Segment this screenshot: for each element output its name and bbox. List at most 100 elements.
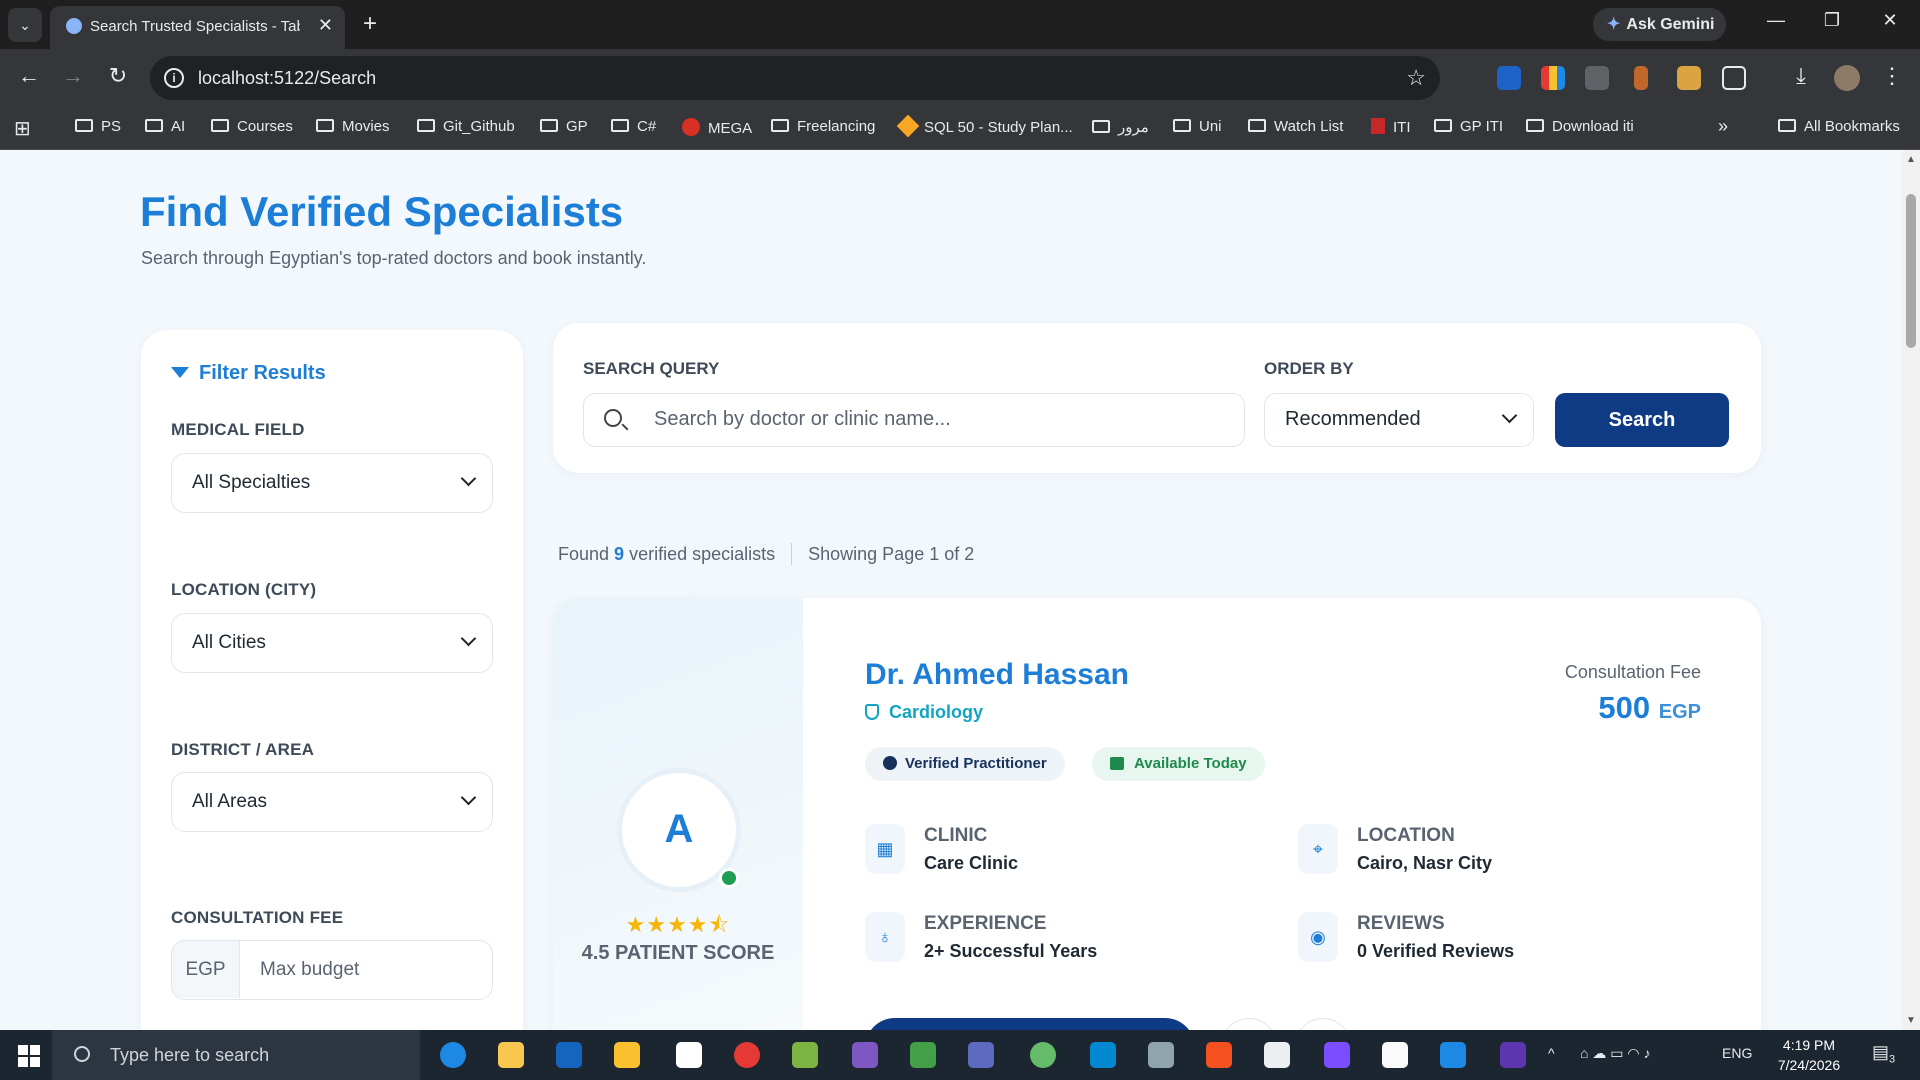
- file-explorer-icon[interactable]: [498, 1042, 524, 1068]
- district-select[interactable]: All Areas: [171, 772, 493, 832]
- terminal-icon[interactable]: [1500, 1042, 1526, 1068]
- bookmark-item[interactable]: مرور: [1092, 118, 1149, 136]
- active-tab[interactable]: Search Trusted Specialists - Tabib ✕: [50, 6, 345, 49]
- bookmark-item[interactable]: AI: [145, 118, 185, 135]
- bookmark-item[interactable]: Watch List: [1248, 118, 1343, 135]
- bookmark-item[interactable]: Movies: [316, 118, 390, 135]
- doctor-name[interactable]: Dr. Ahmed Hassan: [865, 658, 1129, 692]
- extension-icon[interactable]: [1541, 66, 1565, 90]
- edge-icon[interactable]: [440, 1042, 466, 1068]
- notion-icon[interactable]: [676, 1042, 702, 1068]
- close-window-button[interactable]: ✕: [1870, 10, 1910, 31]
- bookmark-item[interactable]: GP: [540, 118, 588, 135]
- forward-button[interactable]: →: [58, 63, 88, 89]
- tab-close-icon[interactable]: ✕: [318, 15, 333, 36]
- book-appointment-button[interactable]: [865, 1018, 1195, 1030]
- reviews-label: REVIEWS: [1357, 913, 1445, 934]
- search-input[interactable]: [654, 394, 1234, 445]
- teams-icon[interactable]: [968, 1042, 994, 1068]
- location-value: Cairo, Nasr City: [1357, 853, 1493, 873]
- snipping-tool-icon[interactable]: [792, 1042, 818, 1068]
- sticky-notes-icon[interactable]: [614, 1042, 640, 1068]
- outlook-icon[interactable]: [556, 1042, 582, 1068]
- brave-icon[interactable]: [1206, 1042, 1232, 1068]
- medical-field-value: All Specialties: [192, 472, 311, 493]
- app-icon[interactable]: [1324, 1042, 1350, 1068]
- folder-icon: [540, 119, 558, 132]
- language-indicator[interactable]: ENG: [1722, 1045, 1752, 1061]
- ask-gemini-button[interactable]: ✦ Ask Gemini: [1593, 8, 1726, 41]
- apps-grid-icon[interactable]: ⊞: [14, 116, 31, 141]
- folder-icon: [771, 119, 789, 132]
- bookmark-item[interactable]: MEGA: [682, 118, 752, 137]
- location-select[interactable]: All Cities: [171, 613, 493, 673]
- minimize-button[interactable]: —: [1756, 10, 1796, 31]
- more-bookmarks-chevron-icon[interactable]: »: [1718, 116, 1728, 137]
- notification-count: 3: [1889, 1053, 1896, 1066]
- bookmark-label: Watch List: [1274, 118, 1344, 135]
- bookmark-item[interactable]: C#: [611, 118, 656, 135]
- tray-chevron-icon[interactable]: ^: [1548, 1045, 1555, 1061]
- max-budget-input[interactable]: [242, 941, 482, 998]
- order-by-select[interactable]: Recommended: [1264, 393, 1534, 447]
- bookmark-star-icon[interactable]: ☆: [1406, 65, 1426, 91]
- chrome-icon[interactable]: [734, 1042, 760, 1068]
- bookmark-label: مرور: [1118, 119, 1149, 136]
- doctor-card[interactable]: A ★★★★⯪ 4.5 PATIENT SCORE Dr. Ahmed Hass…: [553, 598, 1761, 1030]
- bookmark-item[interactable]: Freelancing: [771, 118, 875, 135]
- tray-icons[interactable]: ⌂ ☁ ▭ ◠ ♪: [1580, 1045, 1650, 1062]
- folder-icon: [1778, 119, 1796, 132]
- taskbar-search-box[interactable]: Type here to search: [52, 1030, 420, 1080]
- bookmark-item[interactable]: Download iti: [1526, 118, 1634, 135]
- bookmark-item[interactable]: Uni: [1173, 118, 1222, 135]
- bookmark-item[interactable]: Git_Github: [417, 118, 515, 135]
- whatsapp-icon[interactable]: [1030, 1042, 1056, 1068]
- bookmark-label: GP: [566, 118, 588, 135]
- max-budget-field: EGP: [171, 940, 493, 1000]
- restore-button[interactable]: ❐: [1812, 10, 1852, 31]
- card-action-button[interactable]: [1221, 1018, 1277, 1030]
- taskbar-search-placeholder: Type here to search: [110, 1045, 270, 1065]
- taskbar-clock[interactable]: 4:19 PM 7/24/2026: [1764, 1035, 1854, 1075]
- card-action-button[interactable]: [1295, 1018, 1351, 1030]
- district-value: All Areas: [192, 791, 267, 812]
- medical-field-select[interactable]: All Specialties: [171, 453, 493, 513]
- visual-studio-icon[interactable]: [852, 1042, 878, 1068]
- profile-avatar[interactable]: [1834, 65, 1860, 91]
- bookmark-item[interactable]: Courses: [211, 118, 293, 135]
- new-tab-button[interactable]: +: [355, 10, 385, 38]
- bookmark-item[interactable]: ITI: [1371, 118, 1411, 136]
- scrollbar-thumb[interactable]: [1906, 194, 1916, 348]
- download-icon[interactable]: ⤓: [1786, 63, 1816, 89]
- app-icon[interactable]: [1264, 1042, 1290, 1068]
- excel-icon[interactable]: [910, 1042, 936, 1068]
- extension-icon[interactable]: [1634, 66, 1648, 90]
- search-button[interactable]: Search: [1555, 393, 1729, 447]
- notification-icon[interactable]: ▤3: [1872, 1042, 1895, 1066]
- building-icon: ▦: [865, 824, 905, 874]
- tab-search-menu-button[interactable]: ⌄: [8, 8, 42, 42]
- windows-start-icon[interactable]: [18, 1045, 40, 1067]
- bookmark-item[interactable]: PS: [75, 118, 121, 135]
- extension-icon[interactable]: [1497, 66, 1521, 90]
- extension-icon[interactable]: [1677, 66, 1701, 90]
- extensions-puzzle-icon[interactable]: [1722, 66, 1746, 90]
- iti-icon: [1371, 118, 1385, 134]
- extension-icon[interactable]: [1585, 66, 1609, 90]
- scroll-up-arrow-icon[interactable]: ▲: [1906, 154, 1916, 165]
- back-button[interactable]: ←: [14, 63, 44, 89]
- bookmark-item[interactable]: SQL 50 - Study Plan...: [896, 114, 1073, 138]
- vscode-icon[interactable]: [1440, 1042, 1466, 1068]
- site-info-icon[interactable]: i: [164, 68, 184, 88]
- page-scrollbar[interactable]: ▲ ▼: [1902, 150, 1920, 1030]
- browser-menu-icon[interactable]: ⋮: [1877, 63, 1907, 89]
- notepad-icon[interactable]: [1382, 1042, 1408, 1068]
- all-bookmarks-button[interactable]: All Bookmarks: [1778, 118, 1900, 135]
- app-icon[interactable]: [1148, 1042, 1174, 1068]
- address-bar[interactable]: i localhost:5122/Search ☆: [150, 56, 1440, 100]
- app-icon[interactable]: [1090, 1042, 1116, 1068]
- scroll-down-arrow-icon[interactable]: ▼: [1906, 1015, 1916, 1026]
- verified-badge-label: Verified Practitioner: [905, 755, 1047, 772]
- bookmark-item[interactable]: GP ITI: [1434, 118, 1503, 135]
- reload-button[interactable]: ↻: [103, 63, 133, 89]
